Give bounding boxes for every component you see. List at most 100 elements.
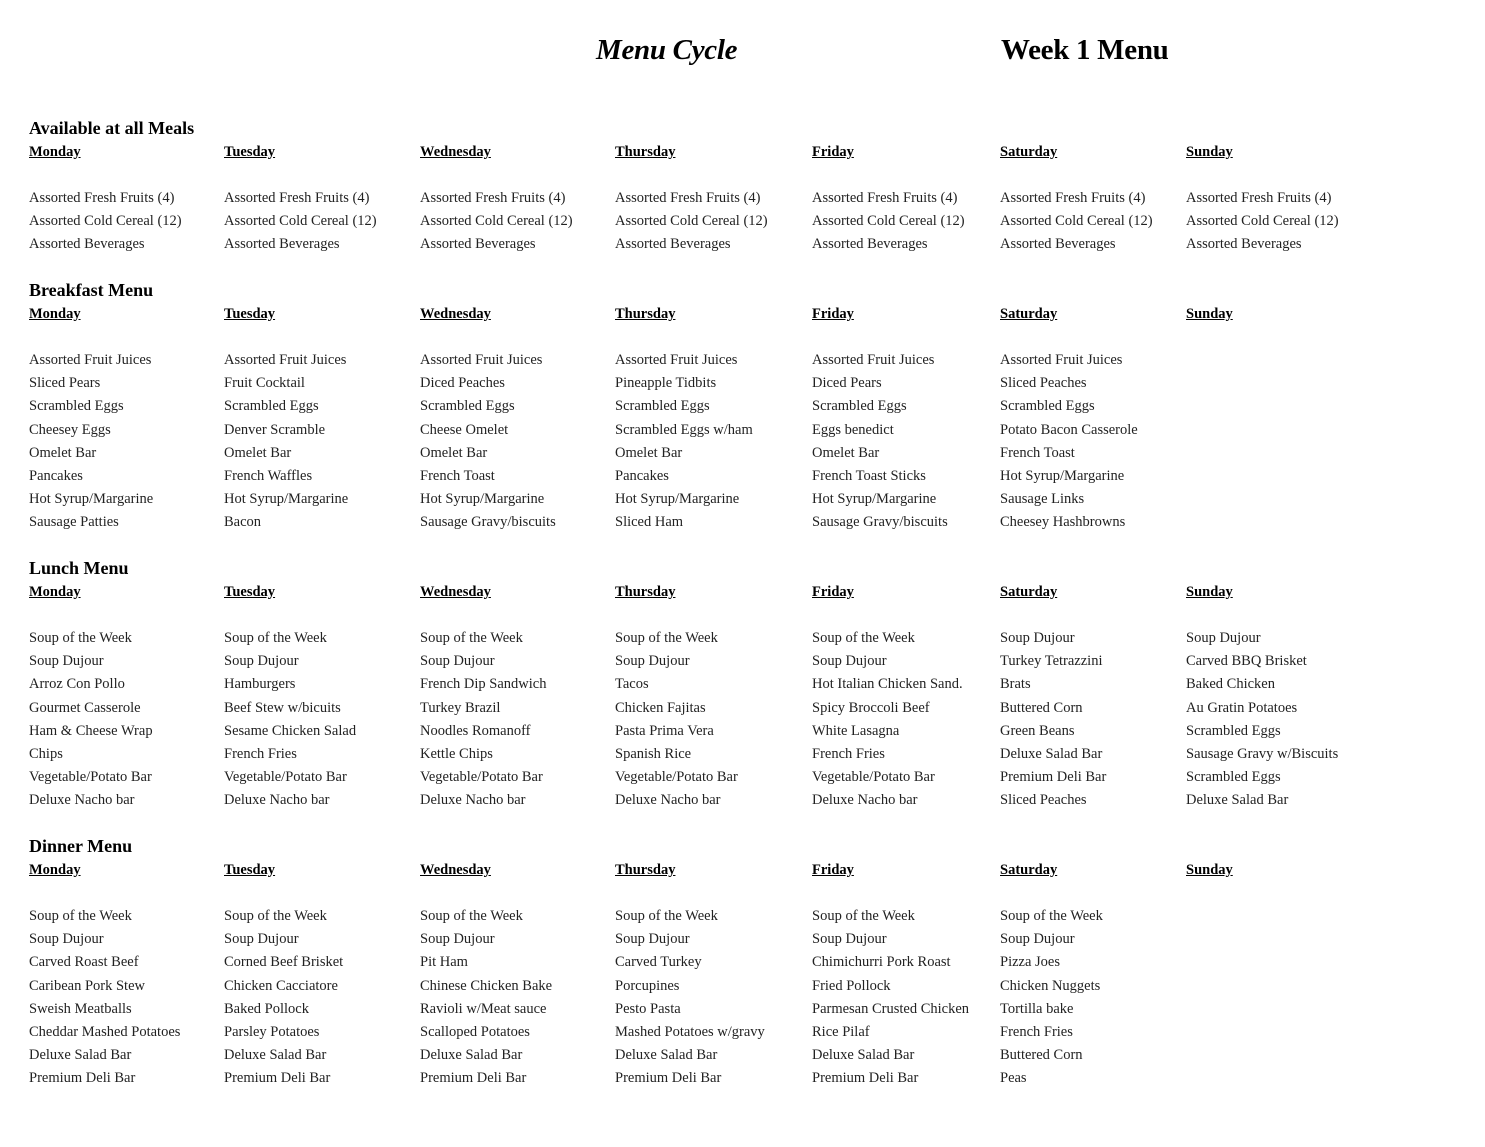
menu-item-list: Soup of the Week Soup Dujour Pizza Joes Chi… [1000, 905, 1190, 1091]
menu-item: Scrambled Eggs [1000, 398, 1095, 415]
menu-item: Bacon [224, 514, 262, 531]
menu-item: Soup Dujour [224, 931, 299, 948]
section-title: Breakfast Menu [29, 280, 154, 300]
menu-item: Potato Bacon Casserole [1000, 421, 1138, 438]
day-heading: Tuesday [224, 584, 276, 600]
day-heading: Thursday [615, 584, 676, 600]
menu-item: Deluxe Nacho bar [812, 792, 918, 809]
menu-item: Pit Ham [420, 954, 468, 971]
menu-item-list: Soup of the Week Soup Dujour Hot Italian C… [812, 627, 1002, 813]
menu-item-list: Soup of the Week Soup Dujour Tacos Chicken … [615, 627, 805, 813]
menu-item: Soup Dujour [1186, 630, 1261, 646]
menu-item: Soup of the Week [812, 630, 915, 646]
menu-item: Sweish Meatballs [29, 1000, 132, 1017]
menu-item: Deluxe Salad Bar [420, 1047, 523, 1064]
day-column-thursday: Thursday Soup of the Week Soup Dujour Tacos… [615, 582, 805, 813]
menu-item: French Fries [224, 745, 297, 762]
menu-item: Baked Chicken [1186, 676, 1275, 693]
menu-item: Soup of the Week [224, 630, 327, 646]
menu-item: Assorted Cold Cereal (12) [1186, 213, 1339, 230]
day-column-thursday: Thursday Assorted Fruit Juices Pineapple T… [615, 304, 805, 535]
menu-item-list: Soup of the Week Soup Dujour Chimichurri P… [812, 905, 1002, 1091]
day-column-saturday: Saturday Soup of the Week Soup Dujour Pizza… [1000, 860, 1190, 1091]
menu-item: French Dip Sandwich [420, 676, 547, 693]
day-heading: Wednesday [420, 144, 491, 160]
menu-item-list: Soup of the Week Soup Dujour Hamburgers Bee… [224, 627, 414, 813]
menu-item: Cheesey Eggs [29, 421, 111, 438]
menu-item: Sausage Links [1000, 491, 1085, 508]
section-title: Lunch Menu [29, 558, 129, 578]
menu-item: Soup of the Week [29, 630, 132, 646]
menu-item-list: Soup of the Week Soup Dujour French Dip Sa… [420, 627, 610, 813]
menu-item: French Fries [1000, 1023, 1073, 1040]
menu-item: Soup of the Week [615, 630, 718, 646]
menu-item: French Waffles [224, 467, 313, 484]
menu-item: Sausage Gravy/biscuits [420, 514, 556, 531]
menu-item-list: Assorted Fresh Fruits (4) Assorted Cold C… [615, 187, 805, 257]
day-column-wednesday: Wednesday Soup of the Week Soup Dujour Pit … [420, 860, 610, 1091]
menu-item: Chinese Chicken Bake [420, 977, 553, 994]
menu-item: Soup Dujour [420, 931, 495, 948]
menu-item: Premium Deli Bar [29, 1070, 136, 1087]
menu-item: Vegetable/Potato Bar [224, 769, 347, 786]
menu-item-list: Assorted Fresh Fruits (4) Assorted Cold C… [224, 187, 414, 257]
day-heading: Sunday [1186, 584, 1233, 600]
day-column-friday: Friday Soup of the Week Soup Dujour Hot Ita… [812, 582, 1002, 813]
day-column-thursday: Thursday Soup of the Week Soup Dujour Carve… [615, 860, 805, 1091]
menu-item: Sesame Chicken Salad [224, 722, 357, 739]
menu-item: French Fries [812, 745, 885, 762]
day-column-saturday: Saturday Assorted Fruit Juices Sliced Peac… [1000, 304, 1190, 535]
menu-item-list: Soup of the Week Soup Dujour Corned Beef B… [224, 905, 414, 1091]
menu-item-list: Soup of the Week Soup Dujour Carved Turkey… [615, 905, 805, 1091]
day-column-friday: Friday Assorted Fresh Fruits (4) Assorted … [812, 142, 1002, 257]
menu-item: Omelet Bar [224, 444, 292, 461]
day-heading: Friday [812, 584, 854, 600]
menu-item: Fried Pollock [812, 977, 891, 994]
menu-item: Tortilla bake [1000, 1000, 1074, 1017]
menu-item: Vegetable/Potato Bar [615, 769, 738, 786]
menu-item: Deluxe Salad Bar [1000, 745, 1103, 762]
menu-item: Premium Deli Bar [420, 1070, 527, 1087]
menu-item-list: Assorted Fresh Fruits (4) Assorted Cold C… [1000, 187, 1190, 257]
day-heading: Saturday [1000, 584, 1058, 600]
day-heading: Sunday [1186, 862, 1233, 878]
menu-item: Carved Turkey [615, 954, 702, 971]
menu-item-list: Assorted Fresh Fruits (4) Assorted Cold C… [1186, 187, 1376, 257]
menu-item: Hot Syrup/Margarine [420, 491, 545, 508]
day-column-friday: Friday Assorted Fruit Juices Diced Pears Sc… [812, 304, 1002, 535]
menu-item: Assorted Fresh Fruits (4) [812, 190, 958, 206]
menu-item: Cheese Omelet [420, 421, 509, 438]
menu-item: Soup Dujour [224, 653, 299, 670]
menu-item: Scalloped Potatoes [420, 1023, 530, 1040]
menu-item: Scrambled Eggs [1186, 769, 1281, 786]
menu-item: Pineapple Tidbits [615, 375, 717, 392]
menu-item: Soup Dujour [812, 653, 887, 670]
menu-item-list: Assorted Fruit Juices Diced Pears Scramble… [812, 349, 1002, 535]
menu-item: Soup of the Week [420, 630, 523, 646]
menu-item: Assorted Fruit Juices [224, 352, 347, 368]
menu-item: Deluxe Nacho bar [420, 792, 526, 809]
menu-item: Denver Scramble [224, 421, 326, 438]
day-heading: Thursday [615, 306, 676, 322]
menu-item: Assorted Beverages [420, 236, 536, 253]
menu-item: Vegetable/Potato Bar [420, 769, 543, 786]
day-column-saturday: Saturday Assorted Fresh Fruits (4) Assorte… [1000, 142, 1190, 257]
menu-item: Sausage Gravy w/Biscuits [1186, 745, 1339, 762]
menu-item: Scrambled Eggs [224, 398, 319, 415]
menu-item: Vegetable/Potato Bar [29, 769, 152, 786]
menu-item: French Toast Sticks [812, 467, 926, 484]
menu-item: Fruit Cocktail [224, 375, 305, 392]
menu-item: Soup Dujour [420, 653, 495, 670]
menu-item: Sausage Gravy/biscuits [812, 514, 948, 531]
menu-item: Soup of the Week [812, 908, 915, 924]
day-column-monday: Monday Soup of the Week Soup Dujour Carved … [29, 860, 219, 1091]
menu-item: Premium Deli Bar [1000, 769, 1107, 786]
menu-item: Soup of the Week [420, 908, 523, 924]
menu-item-list: Soup Dujour Turkey Tetrazzini Brats Buttere… [1000, 627, 1190, 813]
menu-item: Cheesey Hashbrowns [1000, 514, 1126, 531]
menu-item: Arroz Con Pollo [29, 676, 125, 693]
menu-item: Parsley Potatoes [224, 1023, 320, 1040]
menu-item: Scrambled Eggs [615, 398, 710, 415]
day-column-wednesday: Wednesday Assorted Fruit Juices Diced Peac… [420, 304, 610, 535]
menu-item: Hot Italian Chicken Sand. [812, 676, 963, 693]
